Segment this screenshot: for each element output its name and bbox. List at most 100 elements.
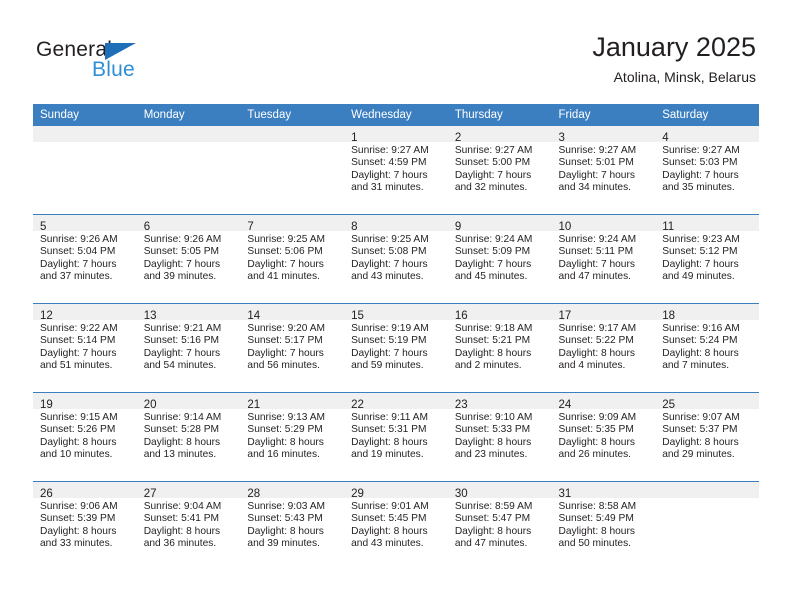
- daylight-text: Daylight: 7 hours: [454, 258, 532, 270]
- calendar-day-cell[interactable]: 15 Sunrise: 9:19 AM Sunset: 5:19 PM Dayligh…: [344, 303, 448, 393]
- sunset-text: Sunset: 5:31 PM: [351, 424, 427, 436]
- daylight-text-cont: and 10 minutes.: [40, 449, 113, 461]
- calendar-day-cell[interactable]: 24 Sunrise: 9:09 AM Sunset: 5:35 PM Dayligh…: [551, 392, 656, 482]
- calendar-day-cell[interactable]: 29 Sunrise: 9:01 AM Sunset: 5:45 PM Dayligh…: [344, 481, 448, 570]
- weekday-header-row: Sunday Monday Tuesday Wednesday Thursday Frid…: [33, 104, 759, 126]
- calendar-day-cell[interactable]: 12 Sunrise: 9:22 AM Sunset: 5:14 PM Dayligh…: [33, 303, 137, 393]
- daylight-text-cont: and 2 minutes.: [454, 360, 522, 372]
- sunset-text: Sunset: 5:16 PM: [143, 335, 220, 347]
- day-details: Sunrise: 9:14 AM Sunset: 5:28 PM Daylight:…: [137, 409, 241, 462]
- calendar-day-cell[interactable]: 2 Sunrise: 9:27 AM Sunset: 5:00 PM Daylight…: [447, 126, 552, 215]
- calendar-day-cell[interactable]: 22 Sunrise: 9:11 AM Sunset: 5:31 PM Dayligh…: [344, 392, 448, 482]
- daylight-text: Daylight: 8 hours: [143, 525, 221, 537]
- title-block: January 2025 Atolina, Minsk, Belarus: [592, 32, 756, 85]
- day-number-band: 5: [33, 215, 137, 233]
- calendar-day-cell[interactable]: 28 Sunrise: 9:03 AM Sunset: 5:43 PM Dayligh…: [240, 481, 345, 570]
- day-number-band: 7: [240, 215, 345, 233]
- day-number-band: 3: [551, 126, 656, 144]
- day-details: Sunrise: 9:26 AM Sunset: 5:04 PM Daylight:…: [33, 231, 137, 284]
- day-details: Sunrise: 9:25 AM Sunset: 5:06 PM Daylight:…: [240, 231, 344, 284]
- day-details: Sunrise: 9:17 AM Sunset: 5:22 PM Daylight:…: [552, 320, 656, 373]
- calendar-day-cell[interactable]: 11 Sunrise: 9:23 AM Sunset: 5:12 PM Dayligh…: [655, 214, 759, 304]
- day-details: [240, 142, 344, 145]
- day-number-band: 30: [447, 482, 552, 500]
- day-number-band: 24: [551, 393, 656, 411]
- sunset-text: Sunset: 5:22 PM: [558, 335, 634, 347]
- day-details: Sunrise: 9:24 AM Sunset: 5:09 PM Daylight:…: [448, 231, 552, 284]
- sunrise-text: Sunrise: 9:14 AM: [143, 412, 222, 423]
- calendar-day-cell[interactable]: 20 Sunrise: 9:14 AM Sunset: 5:28 PM Dayligh…: [136, 392, 241, 482]
- daylight-text: Daylight: 8 hours: [40, 525, 117, 537]
- day-number: 7: [247, 221, 254, 233]
- calendar-day-cell[interactable]: 14 Sunrise: 9:20 AM Sunset: 5:17 PM Dayligh…: [240, 303, 345, 393]
- daylight-text-cont: and 26 minutes.: [558, 449, 632, 461]
- sunset-text: Sunset: 5:05 PM: [143, 246, 220, 258]
- calendar-day-cell[interactable]: 4 Sunrise: 9:27 AM Sunset: 5:03 PM Daylight…: [655, 126, 759, 215]
- calendar-day-cell[interactable]: 5 Sunrise: 9:26 AM Sunset: 5:04 PM Daylight…: [33, 214, 137, 304]
- calendar-day-cell[interactable]: 26 Sunrise: 9:06 AM Sunset: 5:39 PM Dayligh…: [33, 481, 137, 570]
- calendar-day-cell[interactable]: 7 Sunrise: 9:25 AM Sunset: 5:06 PM Daylight…: [240, 214, 345, 304]
- calendar-day-cell[interactable]: 6 Sunrise: 9:26 AM Sunset: 5:05 PM Daylight…: [136, 214, 241, 304]
- calendar-day-cell[interactable]: 31 Sunrise: 8:58 AM Sunset: 5:49 PM Dayligh…: [551, 481, 656, 570]
- daylight-text-cont: and 37 minutes.: [40, 271, 113, 283]
- calendar-day-cell[interactable]: 13 Sunrise: 9:21 AM Sunset: 5:16 PM Dayligh…: [136, 303, 241, 393]
- calendar-day-cell[interactable]: 8 Sunrise: 9:25 AM Sunset: 5:08 PM Daylight…: [344, 214, 448, 304]
- calendar-day-cell[interactable]: 17 Sunrise: 9:17 AM Sunset: 5:22 PM Dayligh…: [551, 303, 656, 393]
- calendar-day-cell[interactable]: 18 Sunrise: 9:16 AM Sunset: 5:24 PM Dayligh…: [655, 303, 759, 393]
- calendar-day-cell[interactable]: 23 Sunrise: 9:10 AM Sunset: 5:33 PM Dayligh…: [447, 392, 552, 482]
- daylight-text: Daylight: 8 hours: [143, 436, 221, 448]
- daylight-text-cont: and 36 minutes.: [143, 538, 217, 550]
- calendar-header-row: Sunday Monday Tuesday Wednesday Thursday Frid…: [33, 104, 759, 126]
- sunset-text: Sunset: 5:01 PM: [558, 157, 634, 169]
- day-details: Sunrise: 9:20 AM Sunset: 5:17 PM Daylight:…: [240, 320, 344, 373]
- page-subtitle: Atolina, Minsk, Belarus: [613, 69, 756, 86]
- day-number: 5: [40, 221, 47, 233]
- day-number: 9: [454, 221, 462, 233]
- calendar-table: Sunday Monday Tuesday Wednesday Thursday Frid…: [33, 104, 759, 570]
- sunset-text: Sunset: 5:45 PM: [351, 513, 427, 525]
- day-number-band: 28: [240, 482, 345, 500]
- daylight-text-cont: and 19 minutes.: [351, 449, 424, 461]
- sunrise-text: Sunrise: 9:25 AM: [247, 234, 325, 245]
- day-number: 31: [558, 488, 572, 500]
- calendar-day-cell[interactable]: 21 Sunrise: 9:13 AM Sunset: 5:29 PM Dayligh…: [240, 392, 345, 482]
- day-number-band: 4: [655, 126, 759, 144]
- calendar-day-cell-empty: [136, 126, 241, 215]
- calendar-day-cell[interactable]: 30 Sunrise: 8:59 AM Sunset: 5:47 PM Dayligh…: [447, 481, 552, 570]
- day-number: 24: [558, 399, 572, 411]
- day-details: Sunrise: 9:24 AM Sunset: 5:11 PM Daylight:…: [552, 231, 656, 284]
- day-number-band: 8: [344, 215, 448, 233]
- calendar-day-cell[interactable]: 9 Sunrise: 9:24 AM Sunset: 5:09 PM Daylight…: [447, 214, 552, 304]
- calendar-day-cell[interactable]: 3 Sunrise: 9:27 AM Sunset: 5:01 PM Daylight…: [551, 126, 656, 215]
- calendar-day-cell[interactable]: 27 Sunrise: 9:04 AM Sunset: 5:41 PM Dayligh…: [136, 481, 241, 570]
- day-number: 20: [143, 399, 157, 411]
- day-number-band: 22: [344, 393, 448, 411]
- day-number: 13: [143, 310, 157, 322]
- daylight-text-cont: and 31 minutes.: [351, 182, 424, 194]
- daylight-text: Daylight: 8 hours: [558, 525, 635, 537]
- day-number: 15: [351, 310, 364, 322]
- daylight-text-cont: and 51 minutes.: [40, 360, 113, 372]
- calendar-day-cell[interactable]: 1 Sunrise: 9:27 AM Sunset: 4:59 PM Daylight…: [344, 126, 448, 215]
- calendar-day-cell[interactable]: 16 Sunrise: 9:18 AM Sunset: 5:21 PM Dayligh…: [447, 303, 552, 393]
- sunset-text: Sunset: 5:21 PM: [454, 335, 531, 347]
- day-details: Sunrise: 9:03 AM Sunset: 5:43 PM Daylight:…: [240, 498, 344, 551]
- daylight-text-cont: and 16 minutes.: [247, 449, 320, 461]
- sunrise-text: Sunrise: 9:06 AM: [40, 501, 118, 512]
- daylight-text-cont: and 34 minutes.: [558, 182, 632, 194]
- calendar-day-cell[interactable]: 25 Sunrise: 9:07 AM Sunset: 5:37 PM Dayligh…: [655, 392, 759, 482]
- day-number-band: 9: [447, 215, 552, 233]
- calendar-week-row: 26 Sunrise: 9:06 AM Sunset: 5:39 PM Dayligh…: [33, 481, 759, 570]
- daylight-text-cont: and 43 minutes.: [351, 538, 424, 550]
- day-details: Sunrise: 9:23 AM Sunset: 5:12 PM Daylight:…: [655, 231, 759, 284]
- calendar-day-cell[interactable]: 19 Sunrise: 9:15 AM Sunset: 5:26 PM Dayligh…: [33, 392, 137, 482]
- calendar-page: General Blue January 2025 Atolina, Minsk…: [0, 0, 792, 612]
- sunset-text: Sunset: 5:28 PM: [143, 424, 220, 436]
- calendar-day-cell[interactable]: 10 Sunrise: 9:24 AM Sunset: 5:11 PM Dayligh…: [551, 214, 656, 304]
- day-number-band: [33, 126, 137, 142]
- day-details: Sunrise: 9:27 AM Sunset: 5:01 PM Daylight:…: [552, 142, 656, 195]
- daylight-text: Daylight: 7 hours: [662, 258, 739, 270]
- sunrise-text: Sunrise: 8:58 AM: [558, 501, 637, 512]
- calendar-grid: Sunday Monday Tuesday Wednesday Thursday Frid…: [33, 104, 759, 570]
- sunset-text: Sunset: 5:09 PM: [454, 246, 531, 258]
